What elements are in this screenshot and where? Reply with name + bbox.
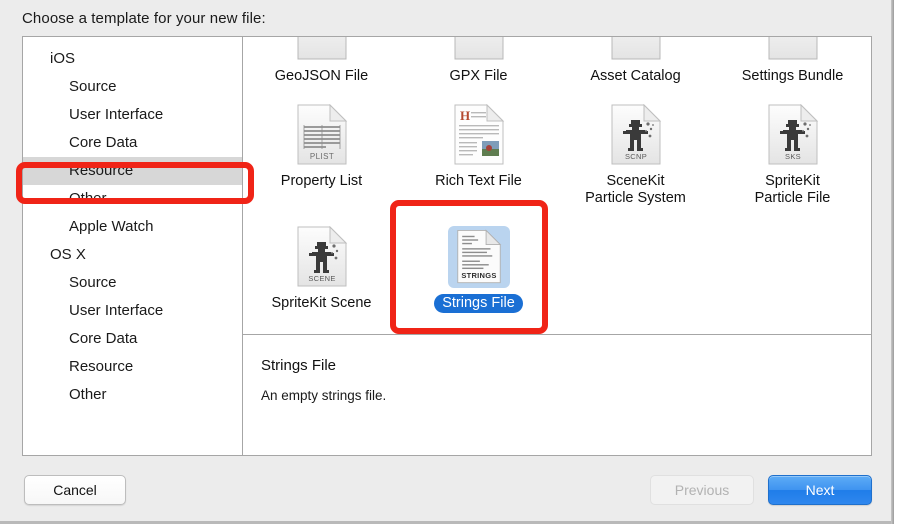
template-label: GeoJSON File [274, 68, 369, 84]
template-item-spritekit-scene[interactable]: SCENE SpriteKit Scene [243, 212, 400, 313]
template-item-asset-catalog[interactable]: Asset Catalog [557, 37, 714, 86]
template-label: SpriteKit Particle File [754, 173, 831, 206]
sidebar-item-ios-source[interactable]: Source [23, 73, 242, 101]
property-list-file-icon: PLIST [291, 104, 353, 166]
template-label: Property List [280, 173, 363, 189]
description-body: An empty strings file. [261, 388, 387, 403]
template-description-panel: Strings File An empty strings file. [243, 335, 871, 455]
template-grid: GeoJSON File GPX File Asset Catalog Sett… [243, 37, 871, 313]
dialog-prompt: Choose a template for your new file: [22, 10, 266, 27]
svg-text:SCNP: SCNP [624, 152, 646, 161]
template-item-empty-a [557, 212, 714, 313]
next-button[interactable]: Next [768, 475, 872, 505]
sidebar-item-osx-user-interface[interactable]: User Interface [23, 297, 242, 325]
template-label: Rich Text File [435, 173, 522, 189]
svg-text:SCENE: SCENE [308, 274, 335, 283]
rich-text-file-icon: H [448, 104, 510, 166]
template-item-geojson-file[interactable]: GeoJSON File [243, 37, 400, 86]
sidebar-item-osx-resource[interactable]: Resource [23, 353, 242, 381]
gpx-file-icon [448, 37, 510, 61]
asset-catalog-icon [605, 37, 667, 61]
template-item-rich-text-file[interactable]: H Rich Text File [400, 90, 557, 208]
template-item-gpx-file[interactable]: GPX File [400, 37, 557, 86]
cancel-button[interactable]: Cancel [24, 475, 126, 505]
sidebar-item-osx-source[interactable]: Source [23, 269, 242, 297]
sidebar-item-ios-core-data[interactable]: Core Data [23, 129, 242, 157]
platform-category-sidebar[interactable]: iOS Source User Interface Core Data Reso… [23, 37, 243, 455]
template-item-strings-file[interactable]: STRINGS Strings File [400, 212, 557, 313]
template-item-scenekit-particle-system[interactable]: SCNP SceneKit Particle System [557, 90, 714, 208]
sidebar-item-osx-core-data[interactable]: Core Data [23, 325, 242, 353]
template-label: GPX File [449, 68, 508, 84]
svg-text:PLIST: PLIST [309, 152, 333, 161]
new-file-template-dialog: Choose a template for your new file: iOS… [0, 0, 894, 524]
sidebar-item-ios-other[interactable]: Other [23, 185, 242, 213]
template-label: Settings Bundle [741, 68, 844, 84]
settings-bundle-icon [762, 37, 824, 61]
svg-text:SKS: SKS [785, 152, 801, 161]
svg-text:STRINGS: STRINGS [461, 271, 496, 280]
description-title: Strings File [261, 357, 337, 374]
template-item-spritekit-particle-file[interactable]: SKS SpriteKit Particle File [714, 90, 871, 208]
previous-button[interactable]: Previous [650, 475, 754, 505]
template-label-selected: Strings File [434, 294, 523, 313]
template-chooser-panel: iOS Source User Interface Core Data Reso… [22, 36, 872, 456]
svg-text:H: H [460, 108, 470, 123]
sidebar-item-osx-other[interactable]: Other [23, 381, 242, 409]
template-item-property-list[interactable]: PLIST Property List [243, 90, 400, 208]
template-item-settings-bundle[interactable]: Settings Bundle [714, 37, 871, 86]
spritekit-particle-file-icon: SKS [762, 104, 824, 166]
dialog-footer: Cancel Previous Next [0, 466, 891, 524]
spritekit-scene-icon: SCENE [291, 226, 353, 288]
sidebar-item-ios-resource[interactable]: Resource [23, 157, 242, 185]
template-item-empty-b [714, 212, 871, 313]
sidebar-item-ios-apple-watch[interactable]: Apple Watch [23, 213, 242, 241]
scenekit-particle-system-icon: SCNP [605, 104, 667, 166]
sidebar-group-header-osx: OS X [50, 246, 86, 263]
sidebar-group-header-ios: iOS [50, 50, 76, 67]
sidebar-item-ios-user-interface[interactable]: User Interface [23, 101, 242, 129]
template-label: SceneKit Particle System [585, 173, 686, 206]
template-label: Asset Catalog [590, 68, 681, 84]
template-grid-scroll-area[interactable]: GeoJSON File GPX File Asset Catalog Sett… [243, 37, 871, 335]
geojson-file-icon [291, 37, 353, 61]
strings-file-icon: STRINGS [447, 226, 510, 288]
template-right-pane: GeoJSON File GPX File Asset Catalog Sett… [243, 37, 871, 455]
template-label: SpriteKit Scene [271, 295, 372, 311]
